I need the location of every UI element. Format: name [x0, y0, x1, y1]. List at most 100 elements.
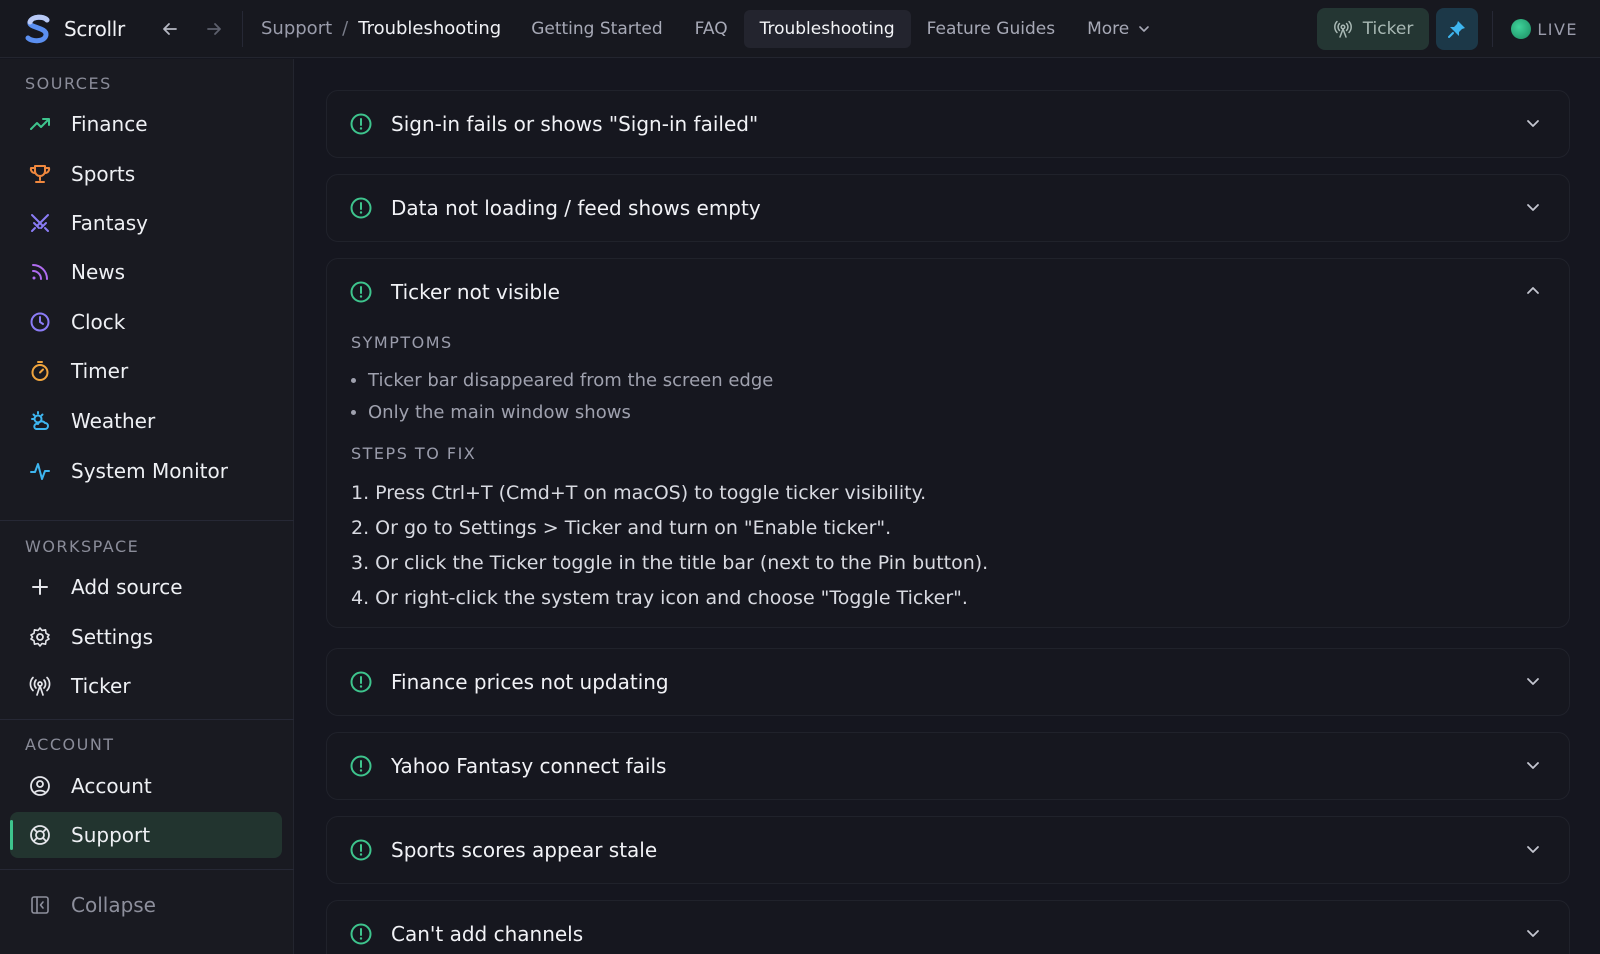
- sidebar-item-label: Fantasy: [71, 211, 148, 235]
- app-name: Scrollr: [64, 16, 125, 41]
- tab-more-label: More: [1087, 18, 1130, 39]
- sidebar-item-sports[interactable]: Sports: [10, 151, 282, 197]
- rss-icon: [28, 260, 52, 284]
- sidebar-divider: [0, 520, 294, 521]
- chevron-down-icon: [1139, 25, 1150, 32]
- ticker-toggle-button[interactable]: Ticker: [1316, 8, 1430, 50]
- accordion-item: Finance prices not updating: [326, 648, 1570, 716]
- broadcast-icon: [1333, 20, 1352, 38]
- symptoms-list: Ticker bar disappeared from the screen e…: [351, 364, 1545, 428]
- sidebar: SOURCES Finance Sports Fantasy News Cloc…: [0, 59, 294, 954]
- chevron-down-icon: [1523, 923, 1543, 943]
- live-label: LIVE: [1537, 19, 1578, 39]
- sidebar-item-fantasy[interactable]: Fantasy: [10, 200, 282, 246]
- sidebar-item-label: Weather: [71, 409, 156, 433]
- sidebar-collapse-icon: [28, 893, 52, 917]
- arrow-right-icon: [207, 22, 221, 35]
- sidebar-item-label: Support: [71, 823, 151, 847]
- collapse-sidebar-button[interactable]: Collapse: [10, 882, 282, 928]
- sidebar-item-settings[interactable]: Settings: [10, 614, 282, 660]
- sidebar-item-add-source[interactable]: Add source: [10, 564, 282, 610]
- sidebar-item-label: Timer: [71, 359, 129, 383]
- accordion-item: Yahoo Fantasy connect fails: [326, 732, 1570, 800]
- breadcrumb-separator: /: [342, 18, 349, 39]
- collapse-label: Collapse: [71, 893, 156, 917]
- trophy-icon: [28, 162, 52, 186]
- tab-getting-started[interactable]: Getting Started: [515, 10, 678, 48]
- accordion-header[interactable]: Data not loading / feed shows empty: [327, 175, 1569, 241]
- sidebar-item-system-monitor[interactable]: System Monitor: [10, 448, 282, 494]
- breadcrumb: Support / Troubleshooting: [253, 18, 501, 39]
- sidebar-item-label: Ticker: [71, 674, 131, 698]
- tab-feature-guides[interactable]: Feature Guides: [911, 10, 1071, 48]
- workspace-section-title: WORKSPACE: [25, 537, 140, 556]
- brand: Scrollr: [0, 13, 148, 45]
- sidebar-item-ticker[interactable]: Ticker: [10, 663, 282, 709]
- sidebar-item-finance[interactable]: Finance: [10, 101, 282, 147]
- scrollr-logo-icon: [22, 13, 54, 45]
- title-bar-actions: Ticker LIVE: [1316, 0, 1600, 58]
- accordion-question: Data not loading / feed shows empty: [391, 196, 761, 220]
- list-item: Only the main window shows: [351, 396, 1545, 428]
- sidebar-item-support[interactable]: Support: [10, 812, 282, 858]
- tab-troubleshooting[interactable]: Troubleshooting: [743, 9, 911, 48]
- accordion-question: Sign-in fails or shows "Sign-in failed": [391, 112, 759, 136]
- accordion-question: Ticker not visible: [391, 280, 560, 304]
- tab-faq[interactable]: FAQ: [679, 10, 744, 48]
- tab-more[interactable]: More: [1071, 10, 1167, 48]
- troubleshooting-content: Sign-in fails or shows "Sign-in failed" …: [295, 59, 1600, 954]
- sidebar-item-weather[interactable]: Weather: [10, 398, 282, 444]
- sidebar-item-label: Account: [71, 774, 152, 798]
- symptoms-title: SYMPTOMS: [351, 333, 453, 352]
- sidebar-item-label: Clock: [71, 310, 126, 334]
- sidebar-divider: [0, 719, 294, 720]
- accordion-header[interactable]: Ticker not visible: [327, 259, 1569, 325]
- sidebar-divider: [0, 869, 294, 870]
- accordion-question: Sports scores appear stale: [391, 838, 658, 862]
- timer-icon: [28, 359, 52, 383]
- accordion-header[interactable]: Can't add channels: [327, 901, 1569, 954]
- arrow-left-icon: [163, 22, 177, 35]
- chevron-down-icon: [1523, 839, 1543, 859]
- divider: [1492, 11, 1494, 47]
- sidebar-item-label: News: [71, 260, 126, 284]
- chevron-down-icon: [1523, 113, 1543, 133]
- alert-circle-icon: [350, 923, 372, 945]
- sidebar-item-label: System Monitor: [71, 459, 228, 483]
- chevron-up-icon: [1523, 281, 1543, 301]
- accordion-question: Finance prices not updating: [391, 670, 669, 694]
- forward-button[interactable]: [192, 7, 236, 51]
- alert-circle-icon: [350, 671, 372, 693]
- sidebar-item-timer[interactable]: Timer: [10, 348, 282, 394]
- sidebar-item-label: Add source: [71, 575, 183, 599]
- live-indicator: LIVE: [1511, 19, 1600, 39]
- accordion-header[interactable]: Sign-in fails or shows "Sign-in failed": [327, 91, 1569, 157]
- accordion-header[interactable]: Yahoo Fantasy connect fails: [327, 733, 1569, 799]
- support-tabs: Getting Started FAQ Troubleshooting Feat…: [515, 9, 1167, 48]
- breadcrumb-current: Troubleshooting: [358, 18, 502, 39]
- sidebar-item-account[interactable]: Account: [10, 763, 282, 809]
- chevron-down-icon: [1523, 755, 1543, 775]
- activity-icon: [28, 459, 52, 483]
- sidebar-item-news[interactable]: News: [10, 249, 282, 295]
- back-button[interactable]: [148, 7, 192, 51]
- breadcrumb-root[interactable]: Support: [261, 18, 332, 39]
- accordion-header[interactable]: Finance prices not updating: [327, 649, 1569, 715]
- step-item: 3. Or click the Ticker toggle in the tit…: [351, 551, 989, 574]
- steps-list: 1. Press Ctrl+T (Cmd+T on macOS) to togg…: [351, 475, 1545, 615]
- accordion-header[interactable]: Sports scores appear stale: [327, 817, 1569, 883]
- alert-circle-icon: [350, 839, 372, 861]
- accordion-question: Can't add channels: [391, 922, 584, 946]
- sources-section-title: SOURCES: [25, 74, 112, 93]
- pin-button[interactable]: [1436, 8, 1479, 50]
- clock-icon: [28, 310, 52, 334]
- sidebar-item-clock[interactable]: Clock: [10, 299, 282, 345]
- steps-title: STEPS TO FIX: [351, 444, 477, 463]
- divider: [242, 10, 243, 47]
- title-bar: Scrollr Support / Troubleshooting Gettin…: [0, 0, 1600, 58]
- alert-circle-icon: [350, 755, 372, 777]
- alert-circle-icon: [350, 113, 372, 135]
- step-item: 4. Or right-click the system tray icon a…: [351, 586, 968, 609]
- alert-circle-icon: [350, 197, 372, 219]
- accordion-body: SYMPTOMS Ticker bar disappeared from the…: [327, 325, 1569, 635]
